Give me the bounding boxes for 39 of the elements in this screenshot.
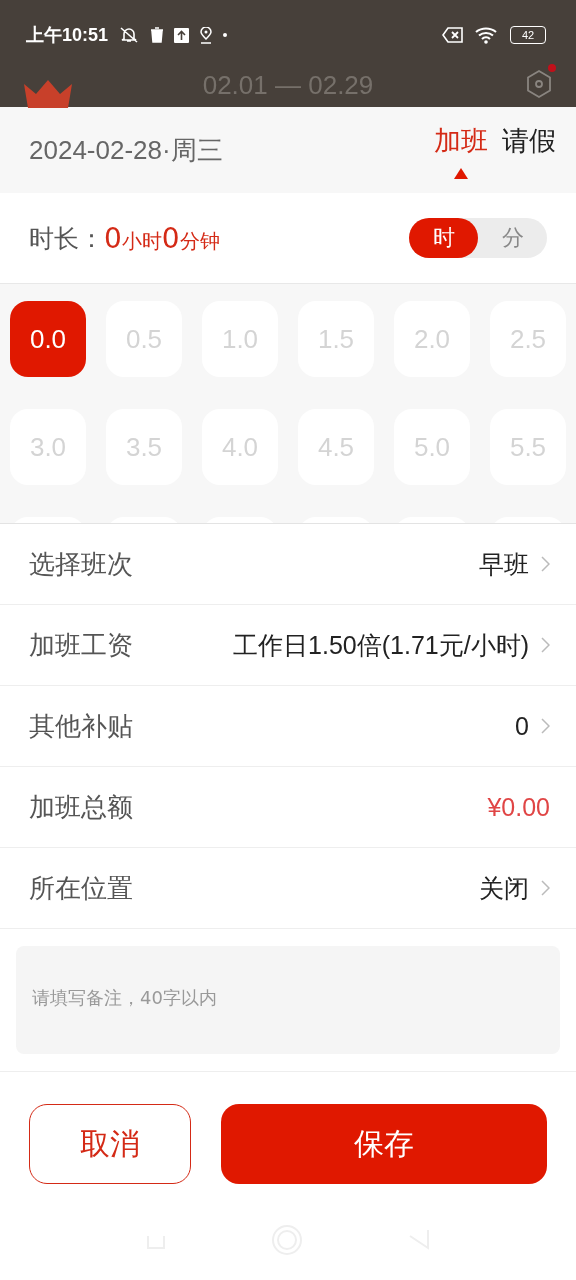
form-row[interactable]: 加班工资 工作日1.50倍(1.71元/小时) — [0, 605, 576, 686]
form-row[interactable]: 其他补贴 0 — [0, 686, 576, 767]
duration-label: 时长： — [29, 222, 104, 255]
note-field[interactable]: 请填写备注，40字以内 — [16, 946, 560, 1054]
form-row[interactable]: 所在位置 关闭 — [0, 848, 576, 929]
row-value: 关闭 — [479, 872, 529, 904]
row-label: 其他补贴 — [29, 709, 133, 743]
unit-option[interactable]: 时 — [409, 218, 478, 258]
chevron-icon — [541, 880, 550, 896]
location-icon — [199, 26, 214, 44]
chevron-icon — [541, 718, 550, 734]
notification-dot — [548, 64, 556, 72]
row-label: 加班工资 — [29, 628, 133, 662]
status-time: 上午10:51 — [26, 24, 109, 47]
row-label: 所在位置 — [29, 871, 133, 905]
cancel-button[interactable]: 取消 — [29, 1104, 191, 1184]
hour-option[interactable]: 0.0 — [10, 301, 86, 377]
settings-icon[interactable] — [524, 68, 554, 100]
chevron-icon — [541, 637, 550, 653]
row-value: 0 — [515, 711, 529, 741]
battery-icon: 42 — [510, 26, 546, 44]
upload-icon — [174, 27, 190, 43]
row-value: 工作日1.50倍(1.71元/小时) — [233, 629, 529, 661]
row-label: 加班总额 — [29, 790, 133, 824]
trash-icon — [150, 27, 165, 43]
row-label: 选择班次 — [29, 547, 133, 581]
dot-icon — [223, 33, 228, 37]
form-row[interactable]: 选择班次 早班 — [0, 524, 576, 605]
date-label: 2024-02-28·周三 — [29, 133, 224, 167]
tab[interactable]: 加班 — [434, 123, 488, 179]
row-value: ¥0.00 — [487, 792, 550, 822]
crown-icon — [22, 78, 74, 108]
save-button[interactable]: 保存 — [221, 1104, 547, 1184]
chevron-icon — [541, 556, 550, 572]
unit-option[interactable]: 分 — [478, 218, 547, 258]
duration-value: 0小时0分钟 — [104, 221, 220, 255]
row-value: 早班 — [479, 548, 529, 580]
tab[interactable]: 请假 — [502, 123, 556, 179]
sim-off-icon — [442, 27, 464, 43]
